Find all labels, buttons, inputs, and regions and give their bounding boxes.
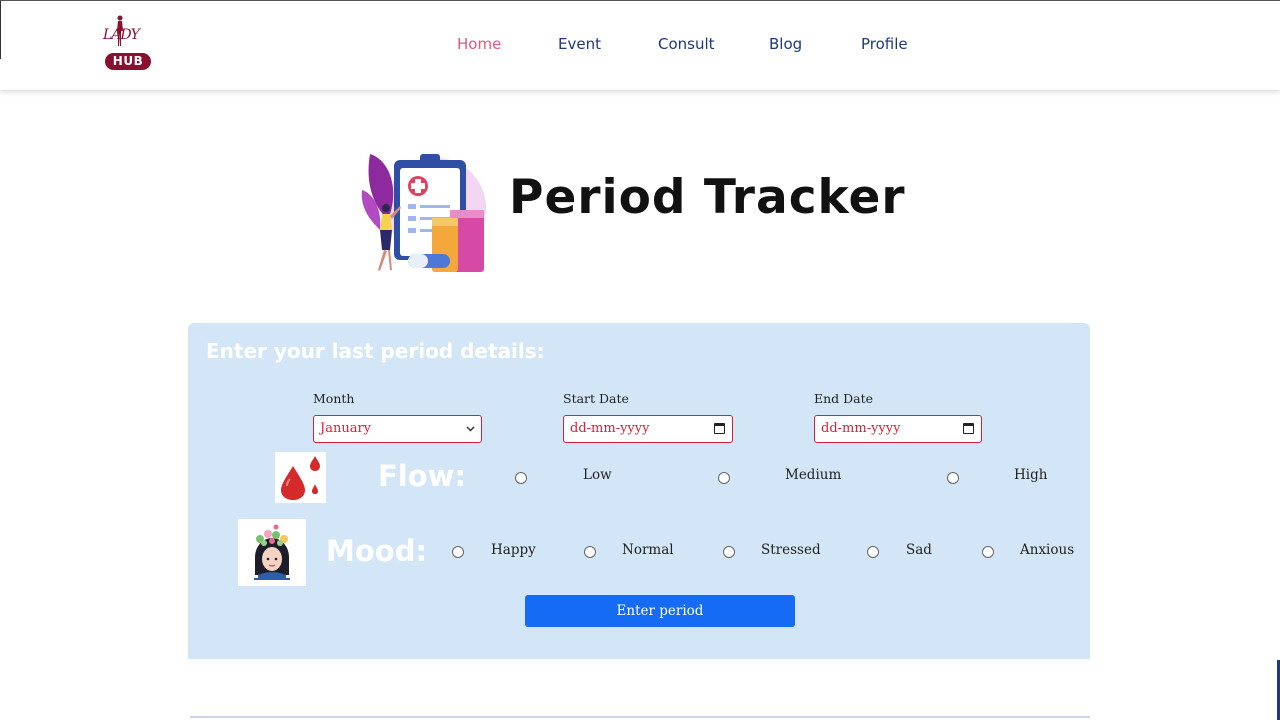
mood-happy-label: Happy [491,542,536,558]
mood-anxious-radio[interactable] [982,546,994,558]
mood-stressed-label: Stressed [761,542,821,558]
mood-normal-label: Normal [622,542,674,558]
page-title: Period Tracker [509,170,906,225]
blood-drop-icon [275,452,326,503]
chevron-down-icon [466,426,475,432]
left-edge-line [0,1,1,59]
start-date-placeholder: dd-mm-yyyy [570,421,650,436]
month-select[interactable]: January [313,415,482,443]
site-header: LADY HUB Home Event Consult Blog Profile [0,0,1280,90]
calendar-icon[interactable] [963,423,974,434]
flow-medium-label: Medium [785,467,842,483]
form-heading: Enter your last period details: [206,339,545,363]
end-date-placeholder: dd-mm-yyyy [821,421,901,436]
nav-consult[interactable]: Consult [658,35,715,53]
ladyhub-logo[interactable]: LADY HUB [103,15,155,73]
flow-high-label: High [1014,467,1048,483]
month-select-value: January [320,421,372,436]
month-label: Month [313,391,355,406]
logo-hub-text: HUB [105,53,151,70]
flow-low-label: Low [583,467,612,483]
calendar-icon[interactable] [714,423,725,434]
period-form-panel: Enter your last period details: Month Ja… [188,323,1090,659]
end-date-input[interactable]: dd-mm-yyyy [814,415,982,443]
start-date-label: Start Date [563,391,629,406]
mood-sad-label: Sad [906,542,932,558]
clipboard-medical-illustration [361,154,486,272]
mood-anxious-label: Anxious [1020,542,1075,558]
mood-sad-radio[interactable] [867,546,879,558]
logo-top-text: LADY [103,27,140,43]
woman-flowers-icon [238,519,306,586]
flow-low-radio[interactable] [515,472,527,484]
flow-label: Flow: [378,459,467,493]
mood-happy-radio[interactable] [452,546,464,558]
start-date-input[interactable]: dd-mm-yyyy [563,415,733,443]
nav-event[interactable]: Event [558,35,601,53]
mood-label: Mood: [326,534,428,568]
next-section-edge [190,716,1090,718]
nav-blog[interactable]: Blog [769,35,802,53]
flow-medium-radio[interactable] [718,472,730,484]
nav-profile[interactable]: Profile [861,35,908,53]
mood-stressed-radio[interactable] [723,546,735,558]
enter-period-button[interactable]: Enter period [525,595,795,627]
end-date-label: End Date [814,391,874,406]
nav-home[interactable]: Home [457,35,501,53]
mood-normal-radio[interactable] [584,546,596,558]
flow-high-radio[interactable] [947,472,959,484]
